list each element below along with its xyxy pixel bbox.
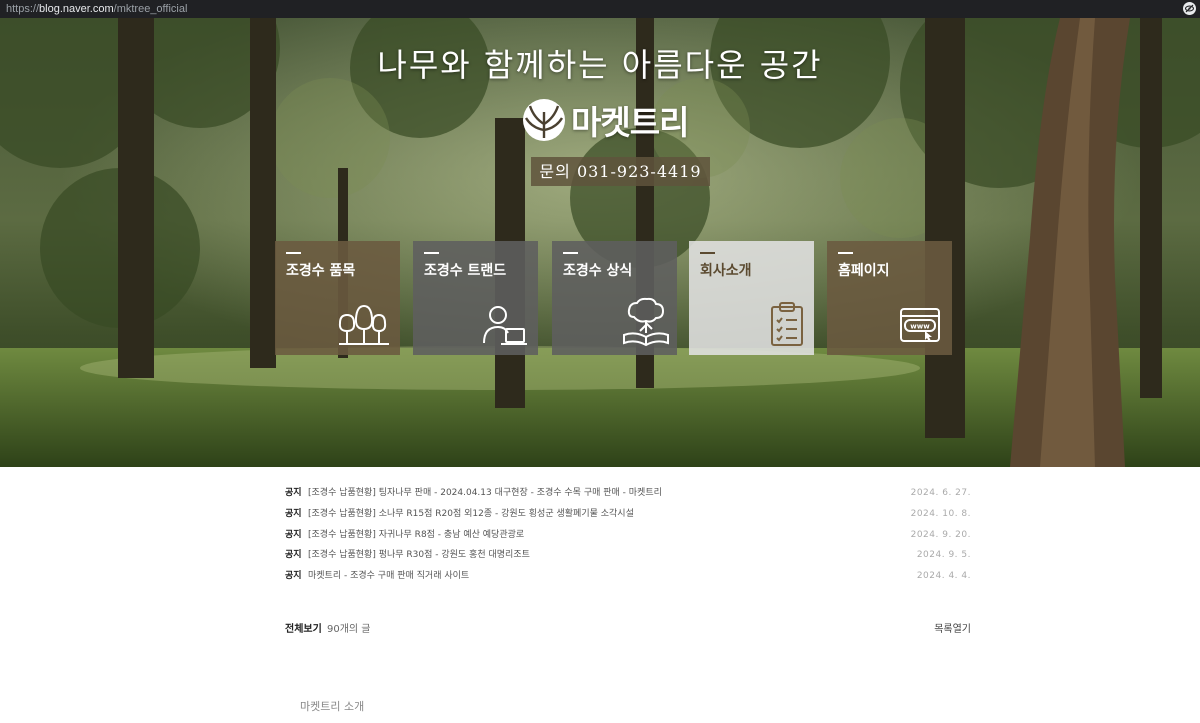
tile-label: 회사소개 — [700, 263, 752, 279]
url-host: blog.naver.com — [39, 3, 114, 15]
hero-banner: 나무와 함께하는 아름다운 공간 마켓트리 문의 031-923-4419 조경… — [0, 18, 1200, 467]
view-all-link[interactable]: 전체보기 — [285, 624, 322, 635]
notice-title-link[interactable]: [조경수 납품현황] 소나무 R15점 R20점 외12종 - 강원도 횡성군 … — [308, 507, 634, 522]
notice-date: 2024. 6. 27. — [910, 488, 971, 498]
brand-logo[interactable]: 마켓트리 — [520, 98, 689, 142]
notice-tag: 공지 — [285, 529, 302, 540]
tile-company-intro[interactable]: 회사소개 — [689, 241, 814, 355]
brand-name: 마켓트리 — [571, 103, 689, 142]
notice-row[interactable]: 공지 [조경수 납품현황] 자귀나무 R8점 - 충남 예산 예당관광로 202… — [285, 528, 971, 549]
www-browser-icon: www — [900, 308, 940, 342]
contact-phone[interactable]: 문의 031-923-4419 — [531, 157, 710, 186]
tile-tree-knowledge[interactable]: 조경수 상식 — [552, 241, 677, 355]
tile-label: 조경수 상식 — [563, 263, 633, 279]
tile-homepage[interactable]: 홈페이지 www — [827, 241, 952, 355]
tile-dash — [563, 252, 578, 254]
trees-icon — [338, 304, 389, 345]
notice-row[interactable]: 공지 [조경수 납품현황] 소나무 R15점 R20점 외12종 - 강원도 횡… — [285, 507, 971, 528]
notice-date: 2024. 4. 4. — [916, 571, 971, 582]
browser-url-bar[interactable]: https://blog.naver.com/mktree_official — [0, 0, 1200, 18]
tile-dash — [838, 252, 853, 254]
eye-slash-icon[interactable] — [1183, 2, 1196, 15]
tile-tree-items[interactable]: 조경수 품목 — [275, 241, 400, 355]
tree-logo-icon — [523, 99, 565, 141]
open-list-button[interactable]: 목록열기 — [934, 622, 971, 638]
post-summary-bar: 전체보기 90개의 글 목록열기 — [285, 622, 971, 638]
notice-title-link[interactable]: [조경수 납품현황] 펑나무 R30점 - 강원도 홍천 대명리조트 — [308, 548, 530, 563]
clipboard-icon — [771, 302, 803, 346]
category-intro-heading[interactable]: 마켓트리 소개 — [300, 698, 364, 714]
tile-dash — [424, 252, 439, 254]
tile-dash — [286, 252, 301, 254]
post-count: 90개의 글 — [327, 624, 371, 635]
notice-title-link[interactable]: [조경수 납품현황] 자귀나무 R8점 - 충남 예산 예당관광로 — [308, 528, 524, 543]
notice-row[interactable]: 공지 마켓트리 - 조경수 구매 판매 직거래 사이트 2024. 4. 4. — [285, 569, 971, 590]
tile-dash — [700, 252, 715, 254]
notice-row[interactable]: 공지 [조경수 납품현황] 팅자나무 판매 - 2024.04.13 대구현장 … — [285, 486, 971, 507]
notice-date: 2024. 9. 20. — [910, 529, 971, 540]
url-scheme: https:// — [6, 3, 40, 15]
notice-title-link[interactable]: [조경수 납품현황] 팅자나무 판매 - 2024.04.13 대구현장 - 조… — [308, 486, 662, 501]
tree-book-icon — [623, 297, 669, 347]
notice-row[interactable]: 공지 [조경수 납품현황] 펑나무 R30점 - 강원도 홍천 대명리조트 20… — [285, 548, 971, 569]
tile-label: 조경수 품목 — [286, 263, 356, 279]
notice-date: 2024. 9. 5. — [916, 550, 971, 561]
url-path: /mktree_official — [113, 3, 188, 15]
notice-tag: 공지 — [285, 508, 302, 519]
url-text[interactable]: https://blog.naver.com/mktree_official — [6, 0, 187, 18]
notice-tag: 공지 — [285, 488, 302, 498]
notice-list: 공지 [조경수 납품현황] 팅자나무 판매 - 2024.04.13 대구현장 … — [285, 486, 971, 590]
tile-tree-trend[interactable]: 조경수 트랜드 — [413, 241, 538, 355]
tile-label: 조경수 트랜드 — [424, 263, 507, 279]
person-laptop-icon — [483, 306, 527, 345]
hero-slogan: 나무와 함께하는 아름다운 공간 — [377, 46, 823, 84]
notice-tag: 공지 — [285, 550, 302, 561]
tile-label: 홈페이지 — [838, 263, 890, 279]
notice-date: 2024. 10. 8. — [910, 508, 971, 519]
svg-text:www: www — [910, 323, 930, 331]
notice-title-link[interactable]: 마켓트리 - 조경수 구매 판매 직거래 사이트 — [308, 569, 469, 584]
notice-tag: 공지 — [285, 571, 302, 582]
